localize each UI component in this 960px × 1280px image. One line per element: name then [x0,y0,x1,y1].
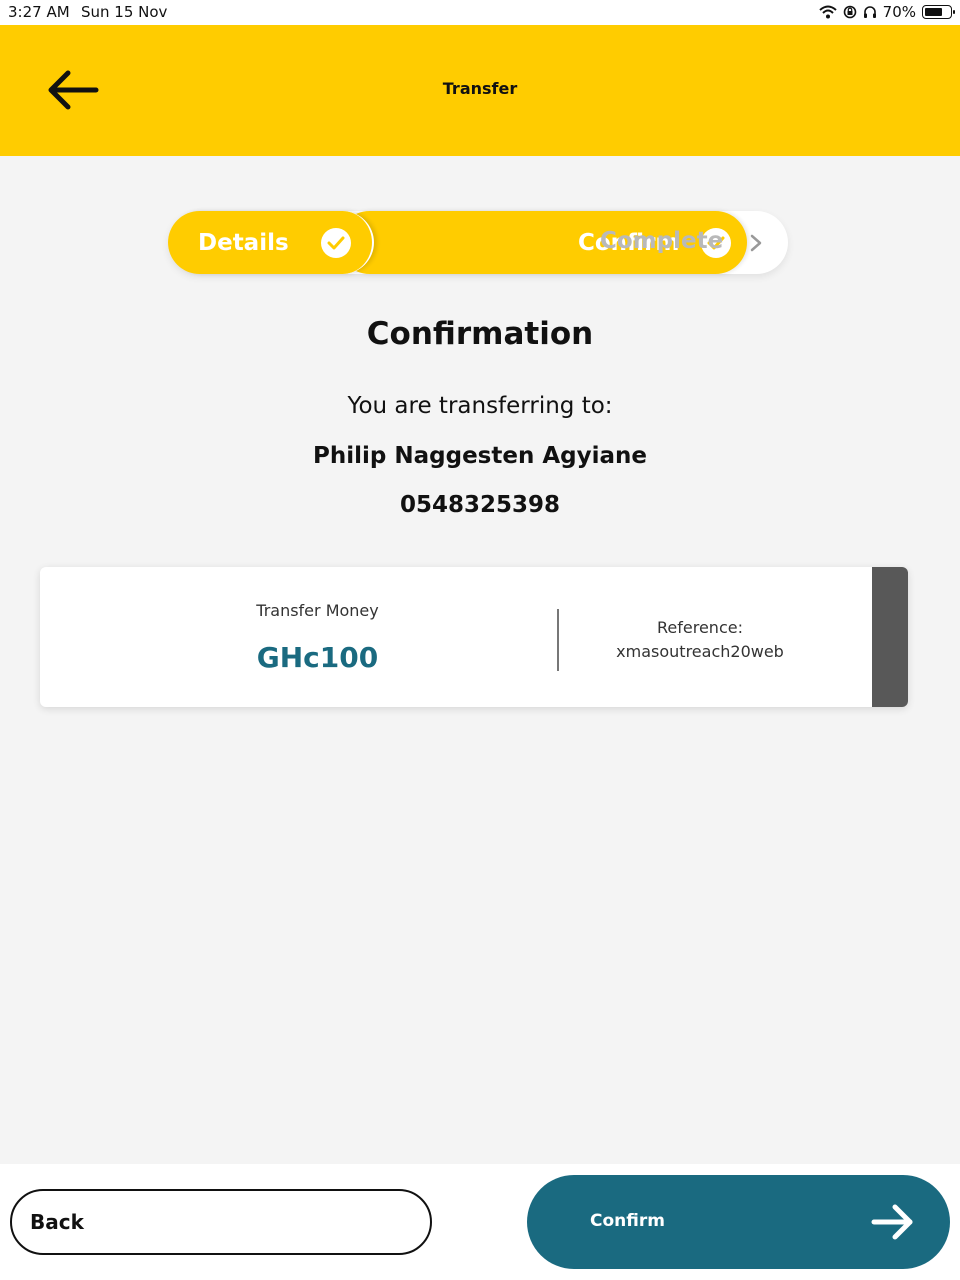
bottom-action-bar: Back Confirm [0,1164,960,1280]
step-details-label: Details [198,229,289,256]
recipient-phone: 0548325398 [399,492,561,518]
lock-rotation-icon [843,5,857,19]
chevron-right-icon [748,233,764,253]
amount-value: GHc100 [256,641,379,674]
confirm-button-label: Confirm [590,1211,665,1231]
page-title: Transfer [442,79,518,98]
reference-label: Reference: [657,618,743,637]
battery-icon [922,5,955,19]
check-circle-icon [321,228,351,258]
app-header: Transfer [0,25,960,156]
card-side-tab [872,567,908,707]
arrow-right-icon [870,1202,916,1242]
step-complete-label: Complete [600,228,724,254]
amount-label: Transfer Money [256,601,379,620]
confirmation-title: Confirmation [366,316,594,352]
status-icons: 70% [818,3,955,21]
step-details: Details [168,211,374,274]
battery-percent: 70% [882,3,916,21]
recipient-name: Philip Naggesten Agyiane [313,443,647,469]
transfer-summary-card: Transfer Money GHc100 Reference: xmasout… [40,567,908,707]
battery-fill [925,8,942,16]
status-bar: 3:27 AM Sun 15 Nov 70% [0,0,960,25]
confirm-button[interactable]: Confirm [527,1175,950,1269]
progress-stepper: Confirm Details Complete [168,211,788,274]
headphones-icon [863,5,877,19]
confirmation-subtitle: You are transferring to: [347,393,613,419]
card-divider [557,609,559,671]
wifi-icon [818,5,837,19]
status-date: Sun 15 Nov [81,3,168,21]
reference-value: xmasoutreach20web [616,642,784,661]
back-button[interactable]: Back [10,1189,432,1255]
status-time: 3:27 AM [8,3,70,21]
